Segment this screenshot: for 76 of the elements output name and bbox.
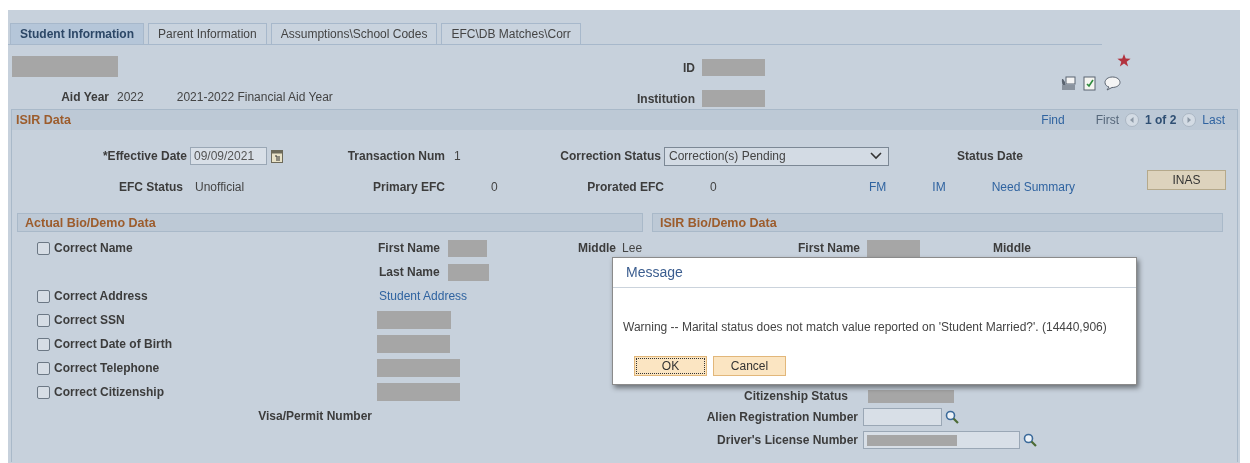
link[interactable]: Need Summary (991, 180, 1076, 194)
checkbox[interactable] (37, 337, 50, 351)
inas-button[interactable]: INAS (1147, 170, 1227, 190)
field-label: Visa/Permit Number (257, 409, 372, 423)
checkbox-label: Correct Date of Birth (54, 337, 172, 351)
tab[interactable]: Parent Information (148, 23, 267, 44)
tab[interactable]: Assumptions\School Codes (270, 23, 438, 44)
checkbox[interactable] (37, 289, 50, 303)
field-value: 0 (710, 180, 718, 194)
field-label: Correction Status (559, 149, 661, 163)
field-label: Primary EFC (371, 180, 445, 194)
chevron-down-icon (870, 152, 882, 160)
status-dropdown[interactable]: Correction(s) Pending (664, 146, 889, 166)
dialog-button[interactable]: Cancel (713, 356, 786, 376)
field-label: Institution (636, 91, 695, 106)
next-icon[interactable] (1182, 113, 1197, 127)
field-label: Transaction Num (346, 149, 445, 163)
field-label: First Name (796, 241, 860, 255)
field-value: 1 (454, 149, 462, 163)
field-label: First Name (378, 241, 441, 255)
link[interactable]: IM (932, 180, 946, 194)
field-label: Status Date (957, 149, 1024, 163)
field-label: Alien Registration Number (705, 410, 858, 424)
find-link[interactable]: Find (1041, 113, 1065, 127)
checkbox-label: Correct Name (54, 241, 133, 255)
search-icon[interactable] (945, 410, 959, 424)
checkbox-label: Correct Address (54, 289, 148, 303)
redacted-block (867, 239, 920, 257)
field-value: 2021-2022 Financial Aid Year (176, 90, 333, 104)
field-label: Citizenship Status (743, 389, 848, 403)
checkbox-label: Correct SSN (54, 313, 125, 327)
checkbox-label: Correct Telephone (54, 361, 160, 375)
field-label: Driver's License Number (716, 433, 858, 447)
chat-bubble-icon[interactable] (1104, 76, 1121, 91)
tab[interactable]: Student Information (10, 23, 144, 44)
dialog-message: Warning -- Marital status does not match value reported on 'Student Married?'. (14440,906) (622, 319, 1108, 334)
input-field[interactable] (863, 408, 942, 426)
section-title: ISIR Bio/Demo Data (660, 215, 777, 230)
field-value: Unofficial (195, 180, 246, 194)
section-title: ISIR Data (16, 113, 72, 127)
redacted-block (447, 263, 489, 281)
link[interactable]: FM (869, 180, 887, 194)
checkbox[interactable] (37, 241, 50, 255)
section-title: Actual Bio/Demo Data (25, 215, 156, 230)
field-label: EFC Status (118, 180, 183, 194)
field-label: Prorated EFC (586, 180, 664, 194)
previous-icon[interactable] (1124, 113, 1139, 127)
page-counter: 1 of 2 (1144, 113, 1177, 127)
calendar-icon[interactable] (271, 149, 283, 163)
field-label: Middle (578, 241, 617, 255)
redacted-block (702, 59, 765, 76)
star-icon[interactable] (1117, 54, 1131, 67)
tab[interactable]: EFC\DB Matches\Corr (441, 23, 581, 44)
redacted-block (702, 90, 765, 107)
notepad-icon[interactable] (1083, 76, 1097, 91)
first-link[interactable]: First (1095, 113, 1119, 127)
field-label: Last Name (379, 265, 440, 279)
last-link[interactable]: Last (1202, 113, 1225, 127)
date-field[interactable]: 09/09/2021 (190, 147, 267, 165)
field-label: *Effective Date (101, 149, 187, 163)
field-value: 0 (491, 180, 499, 194)
checkbox[interactable] (37, 313, 50, 327)
field-value: 2022 (117, 90, 144, 104)
redacted-block (448, 239, 488, 257)
field-label: Middle (993, 241, 1031, 255)
input-field[interactable] (863, 431, 1020, 449)
search-icon[interactable] (1023, 433, 1037, 447)
dialog-button[interactable]: OK (634, 356, 707, 376)
field-value: Lee (622, 241, 643, 255)
student-address-link[interactable]: Student Address (379, 289, 468, 303)
dialog-title: Message (613, 258, 1136, 288)
checkbox-label: Correct Citizenship (54, 385, 164, 399)
field-label: ID (682, 60, 695, 75)
field-label: Aid Year (60, 90, 109, 104)
checkbox[interactable] (37, 385, 50, 399)
checkbox[interactable] (37, 361, 50, 375)
